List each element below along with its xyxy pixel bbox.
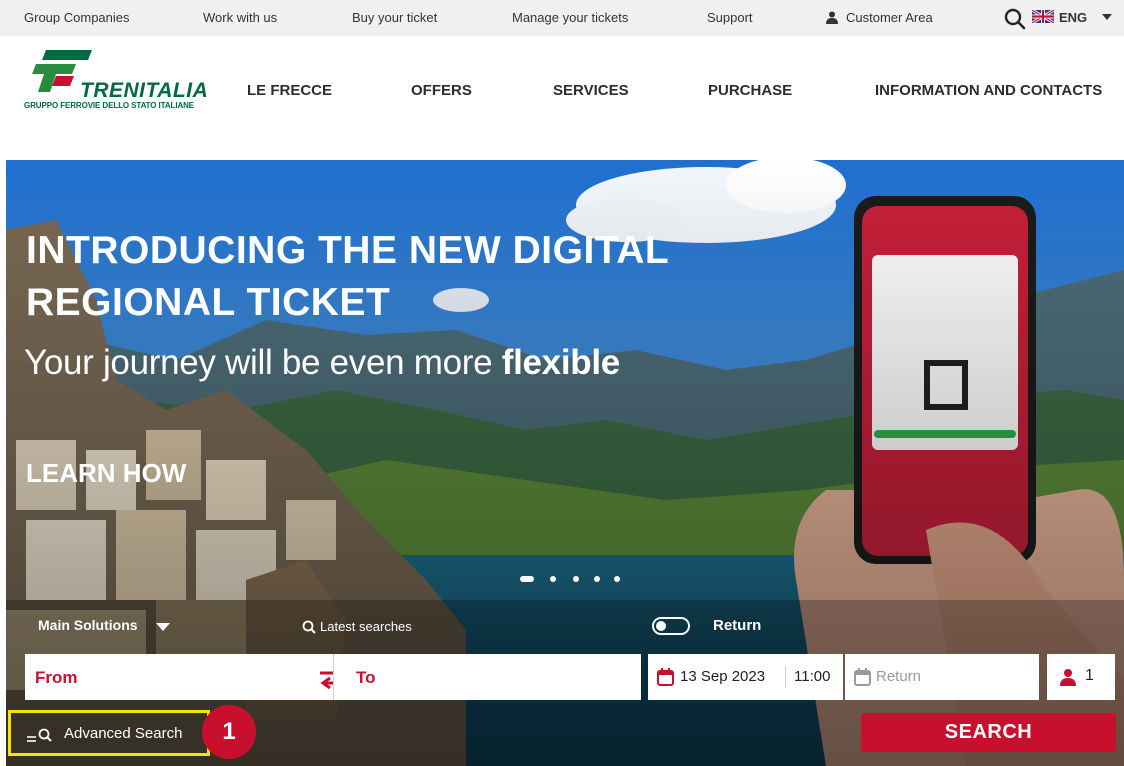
search-button[interactable]: SEARCH xyxy=(861,713,1116,752)
calendar-icon xyxy=(854,668,871,686)
topbar-link-work-with-us[interactable]: Work with us xyxy=(203,10,277,25)
departure-time-value[interactable]: 11:00 xyxy=(794,668,830,685)
advanced-search-button[interactable]: Advanced Search xyxy=(8,710,210,756)
to-label: To xyxy=(356,668,376,687)
from-label: From xyxy=(35,668,78,687)
hero-headline-line-1: INTRODUCING THE NEW DIGITAL xyxy=(26,229,670,272)
uk-flag-icon[interactable] xyxy=(1032,10,1054,23)
carousel-dot-2[interactable] xyxy=(550,576,556,582)
nav-offers[interactable]: OFFERS xyxy=(411,82,472,99)
filter-search-icon xyxy=(27,728,52,742)
passengers-field[interactable]: 1 xyxy=(1047,654,1115,700)
carousel-dot-1[interactable] xyxy=(520,576,534,582)
divider xyxy=(785,666,786,688)
topbar-link-buy-ticket[interactable]: Buy your ticket xyxy=(352,10,437,25)
topbar-link-group-companies[interactable]: Group Companies xyxy=(24,10,130,25)
language-selector[interactable]: ENG xyxy=(1059,10,1087,25)
return-date-field[interactable]: Return xyxy=(845,654,1039,700)
latest-searches-link[interactable]: Latest searches xyxy=(320,619,412,634)
carousel-dot-5[interactable] xyxy=(614,576,620,582)
search-icon[interactable] xyxy=(302,620,316,634)
brand-subtitle: GRUPPO FERROVIE DELLO STATO ITALIANE xyxy=(24,101,195,110)
nav-le-frecce[interactable]: LE FRECCE xyxy=(247,82,332,99)
user-icon[interactable] xyxy=(826,11,838,24)
topbar-link-support[interactable]: Support xyxy=(707,10,753,25)
toggle-knob xyxy=(656,621,666,631)
carousel-dot-3[interactable] xyxy=(573,576,579,582)
utility-bar: Group Companies Work with us Buy your ti… xyxy=(0,0,1124,36)
brand-name[interactable]: TRENITALIA xyxy=(80,79,208,103)
departure-date-field[interactable]: 13 Sep 2023 11:00 xyxy=(648,654,843,700)
search-icon[interactable] xyxy=(1004,8,1026,30)
hero-headline-line-2: REGIONAL TICKET xyxy=(26,281,391,324)
return-toggle-label: Return xyxy=(713,617,762,634)
nav-purchase[interactable]: PURCHASE xyxy=(708,82,792,99)
hero-headline: INTRODUCING THE NEW DIGITAL REGIONAL TIC… xyxy=(26,225,669,329)
chevron-down-icon[interactable] xyxy=(1102,14,1112,20)
main-solutions-dropdown[interactable]: Main Solutions xyxy=(38,617,138,633)
return-toggle[interactable] xyxy=(652,617,690,635)
nav-services[interactable]: SERVICES xyxy=(553,82,629,99)
learn-how-link[interactable]: LEARN HOW xyxy=(26,458,186,489)
step-number-badge: 1 xyxy=(202,705,256,759)
departure-date-value: 13 Sep 2023 xyxy=(680,668,766,685)
calendar-icon xyxy=(657,668,674,686)
carousel-dot-4[interactable] xyxy=(594,576,600,582)
chevron-down-icon[interactable] xyxy=(156,623,170,631)
hero-subheadline-emphasis: flexible xyxy=(501,343,621,382)
customer-area-link[interactable]: Customer Area xyxy=(846,10,933,25)
nav-information-contacts[interactable]: INFORMATION AND CONTACTS xyxy=(875,82,1102,99)
to-field[interactable]: To xyxy=(333,654,641,700)
advanced-search-label: Advanced Search xyxy=(64,725,183,742)
hero-banner[interactable]: INTRODUCING THE NEW DIGITAL REGIONAL TIC… xyxy=(6,160,1124,766)
topbar-link-manage-tickets[interactable]: Manage your tickets xyxy=(512,10,628,25)
return-date-placeholder: Return xyxy=(876,668,922,685)
hero-subheadline: Your journey will be even more flexible xyxy=(24,343,620,383)
hero-subheadline-text: Your journey will be even more xyxy=(24,343,502,382)
passengers-count: 1 xyxy=(1085,667,1094,684)
from-field[interactable]: From xyxy=(25,654,346,700)
passenger-icon xyxy=(1060,669,1076,686)
